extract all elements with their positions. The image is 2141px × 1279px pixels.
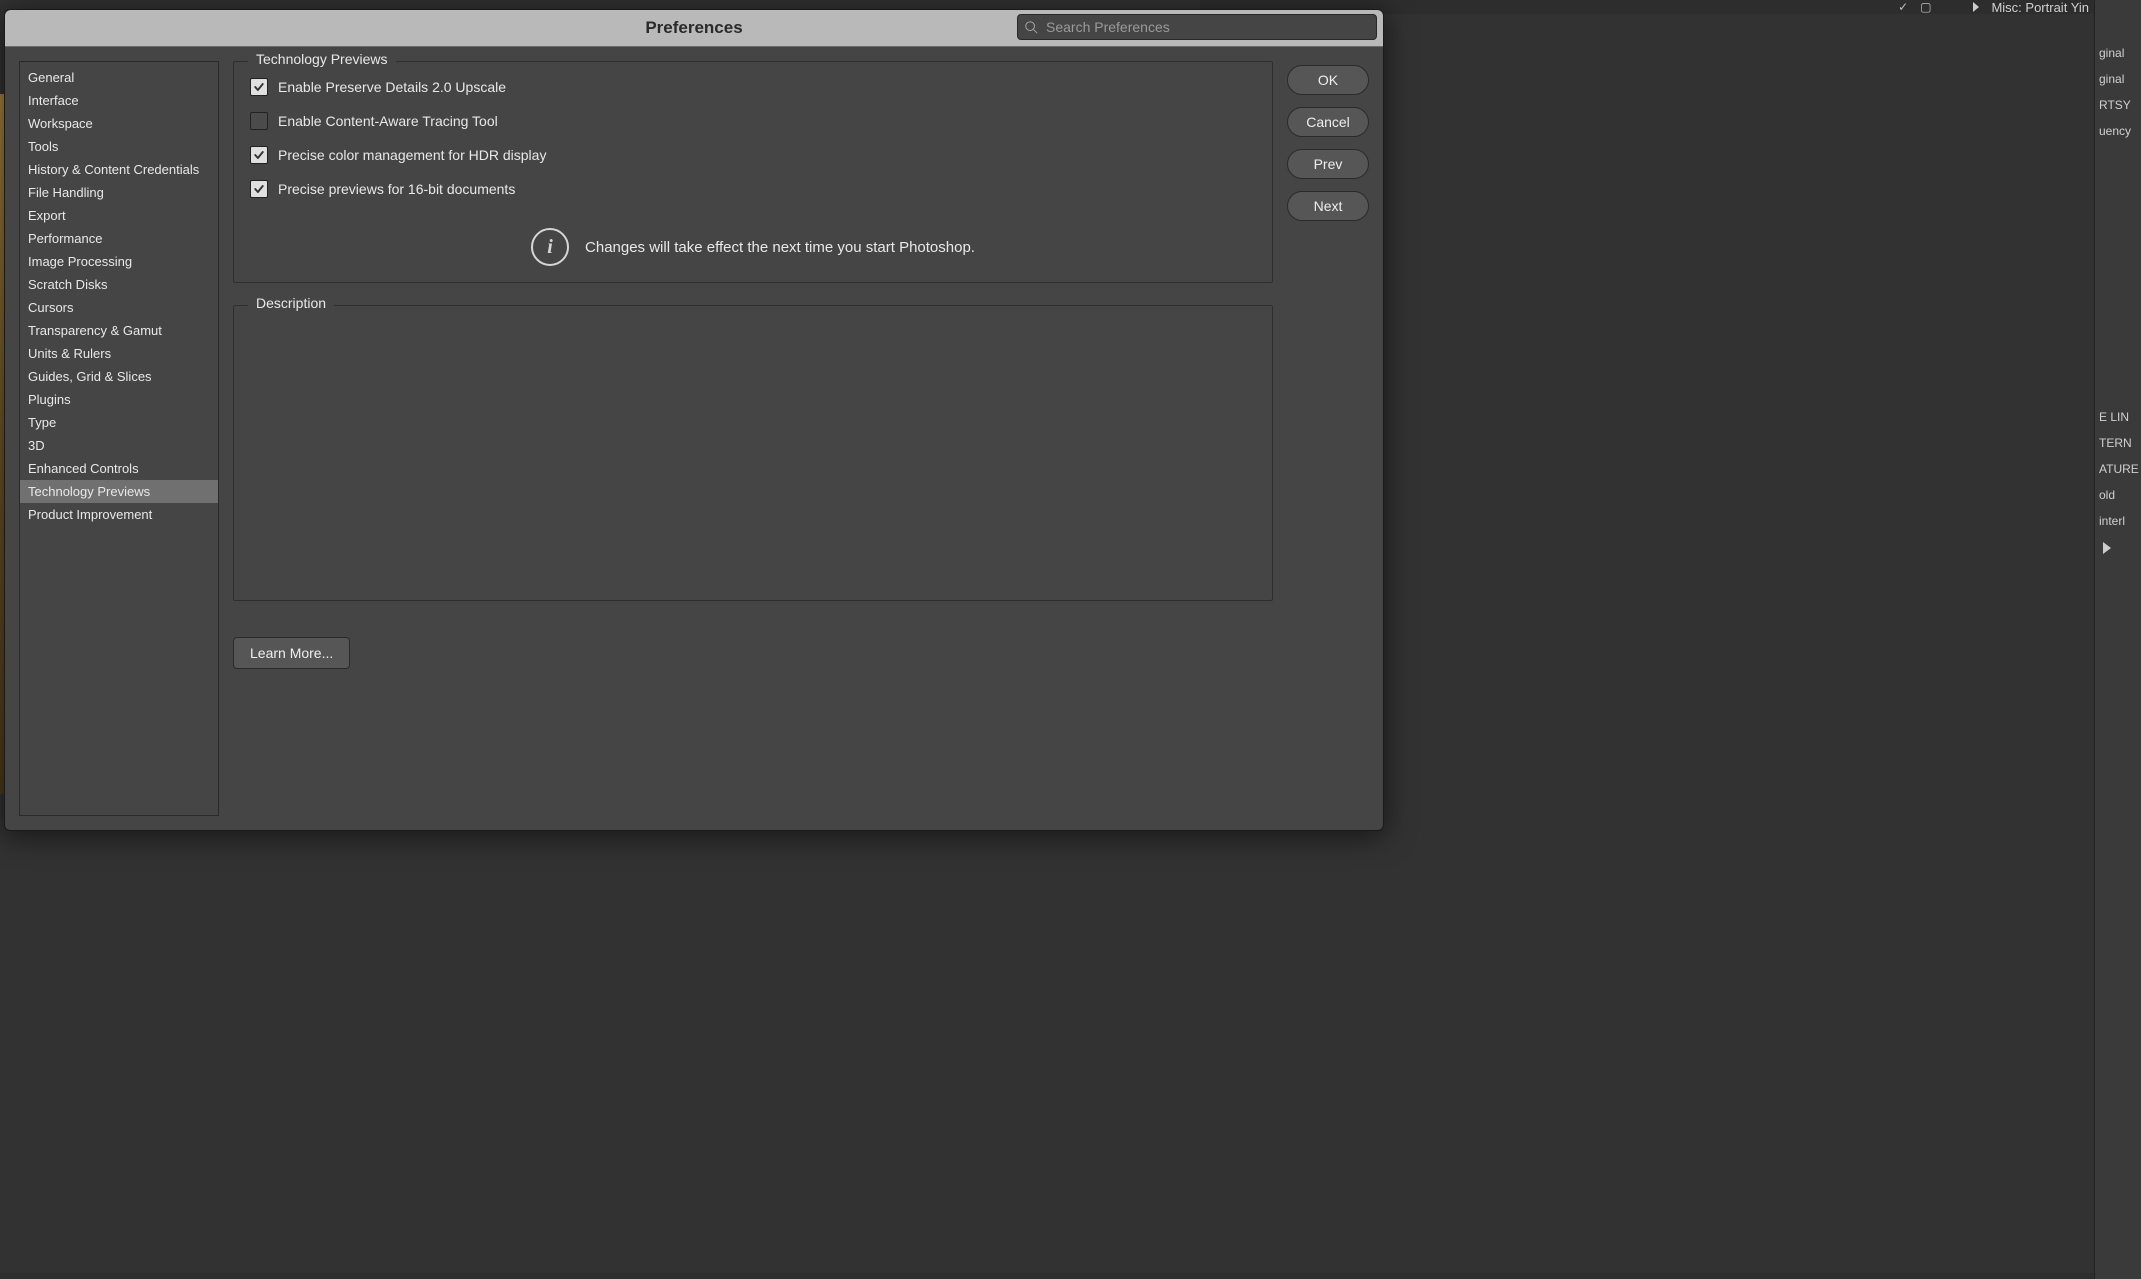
sidebar-item-type[interactable]: Type (20, 411, 218, 434)
option-16bit-previews[interactable]: Precise previews for 16-bit documents (248, 180, 1258, 198)
checkbox[interactable] (250, 146, 268, 164)
sidebar-item-product-improvement[interactable]: Product Improvement (20, 503, 218, 526)
option-content-aware-tracing[interactable]: Enable Content-Aware Tracing Tool (248, 112, 1258, 130)
ok-button[interactable]: OK (1287, 65, 1369, 95)
option-label: Precise color management for HDR display (278, 147, 546, 163)
technology-previews-section: Technology Previews Enable Preserve Deta… (233, 61, 1273, 283)
panel-item: TERN (2095, 430, 2141, 456)
sidebar-item-performance[interactable]: Performance (20, 227, 218, 250)
right-panel-fragment: ginal ginal RTSY uency E LIN TERN ATURE … (2094, 0, 2141, 1279)
sidebar-item-file-handling[interactable]: File Handling (20, 181, 218, 204)
checkbox[interactable] (250, 112, 268, 130)
sidebar-item-interface[interactable]: Interface (20, 89, 218, 112)
checkbox[interactable] (250, 180, 268, 198)
sidebar-item-export[interactable]: Export (20, 204, 218, 227)
search-icon (1024, 20, 1038, 34)
minimize-icon: ▢ (1920, 0, 1931, 14)
disclosure-triangle-icon[interactable] (2103, 542, 2111, 554)
restart-info: i Changes will take effect the next time… (248, 228, 1258, 266)
dialog-buttons: OK Cancel Prev Next (1287, 61, 1369, 816)
panel-item: ginal (2095, 40, 2141, 66)
info-text: Changes will take effect the next time y… (585, 239, 975, 256)
dialog-titlebar: Preferences (5, 10, 1383, 47)
check-icon (253, 81, 265, 93)
check-icon (253, 183, 265, 195)
chevron-right-icon (1973, 2, 1979, 12)
panel-item: old (2095, 482, 2141, 508)
sidebar-item-general[interactable]: General (20, 66, 218, 89)
panel-item: ATURE (2095, 456, 2141, 482)
search-input[interactable] (1044, 18, 1370, 36)
option-hdr-color-management[interactable]: Precise color management for HDR display (248, 146, 1258, 164)
preferences-main: Technology Previews Enable Preserve Deta… (233, 61, 1273, 816)
sidebar-item-technology-previews[interactable]: Technology Previews (20, 480, 218, 503)
panel-item: interl (2095, 508, 2141, 534)
section-legend: Technology Previews (248, 51, 396, 67)
panel-item: ginal (2095, 66, 2141, 92)
panel-item: E LIN (2095, 404, 2141, 430)
sidebar-item-scratch-disks[interactable]: Scratch Disks (20, 273, 218, 296)
sidebar-item-units-rulers[interactable]: Units & Rulers (20, 342, 218, 365)
option-preserve-details[interactable]: Enable Preserve Details 2.0 Upscale (248, 78, 1258, 96)
checkbox[interactable] (250, 78, 268, 96)
preferences-dialog: Preferences General Interface Workspace … (4, 9, 1384, 831)
sidebar-item-transparency-gamut[interactable]: Transparency & Gamut (20, 319, 218, 342)
next-button[interactable]: Next (1287, 191, 1369, 221)
sidebar-item-tools[interactable]: Tools (20, 135, 218, 158)
app-background: ✓ ▢ Misc: Portrait Yin ginal ginal RTSY … (0, 0, 2141, 1273)
sidebar-item-guides-grid-slices[interactable]: Guides, Grid & Slices (20, 365, 218, 388)
search-field-wrap[interactable] (1017, 14, 1377, 40)
info-icon: i (531, 228, 569, 266)
sidebar-item-image-processing[interactable]: Image Processing (20, 250, 218, 273)
dialog-body: General Interface Workspace Tools Histor… (5, 47, 1383, 830)
dialog-title: Preferences (645, 18, 742, 38)
breadcrumb: Misc: Portrait Yin (1991, 0, 2089, 15)
sidebar-item-enhanced-controls[interactable]: Enhanced Controls (20, 457, 218, 480)
cancel-button[interactable]: Cancel (1287, 107, 1369, 137)
sidebar-item-history-content-credentials[interactable]: History & Content Credentials (20, 158, 218, 181)
learn-more-button[interactable]: Learn More... (233, 637, 350, 669)
check-icon (253, 149, 265, 161)
sidebar-item-workspace[interactable]: Workspace (20, 112, 218, 135)
prev-button[interactable]: Prev (1287, 149, 1369, 179)
option-label: Enable Content-Aware Tracing Tool (278, 113, 498, 129)
section-legend: Description (248, 295, 334, 311)
option-label: Precise previews for 16-bit documents (278, 181, 515, 197)
sidebar-item-plugins[interactable]: Plugins (20, 388, 218, 411)
sidebar-item-cursors[interactable]: Cursors (20, 296, 218, 319)
panel-item: RTSY (2095, 92, 2141, 118)
preferences-sidebar: General Interface Workspace Tools Histor… (19, 61, 219, 816)
option-label: Enable Preserve Details 2.0 Upscale (278, 79, 506, 95)
sidebar-item-3d[interactable]: 3D (20, 434, 218, 457)
panel-item: uency (2095, 118, 2141, 144)
description-section: Description (233, 305, 1273, 601)
checkmark-icon: ✓ (1898, 0, 1908, 14)
